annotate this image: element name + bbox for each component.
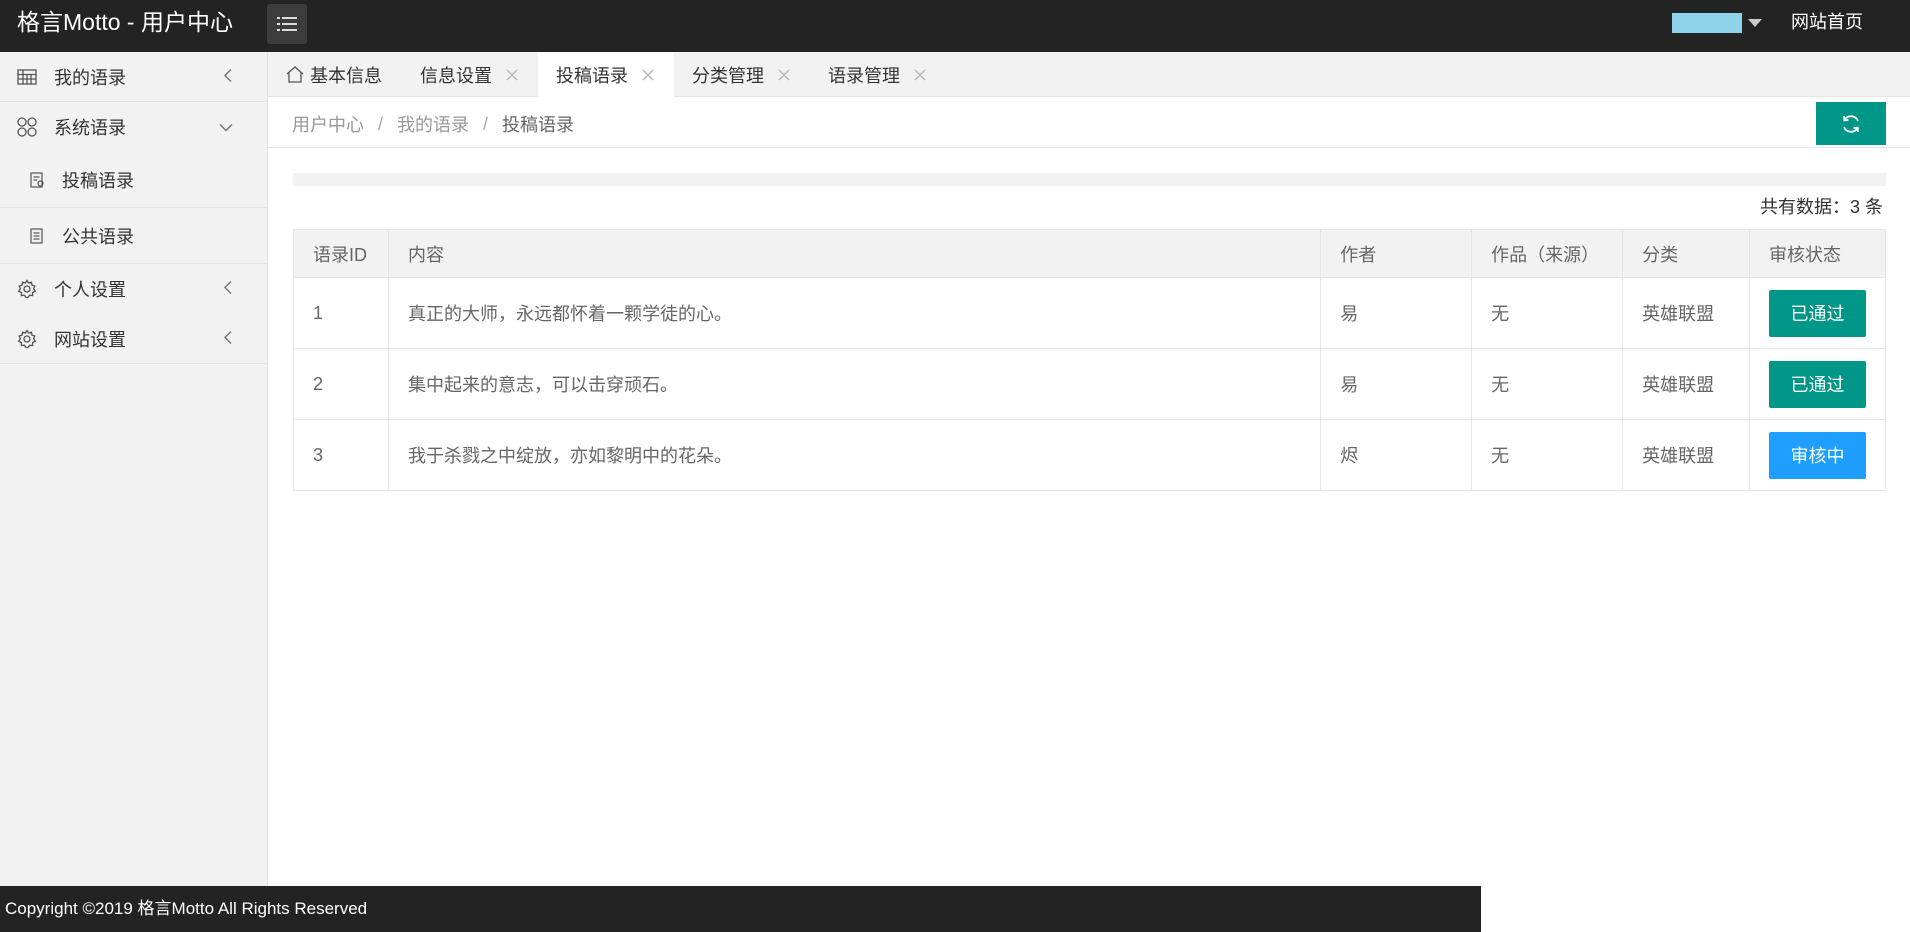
cell-category: 英雄联盟 [1622, 277, 1750, 349]
cell-id: 3 [293, 419, 389, 491]
sidebar-item-my-quotes[interactable]: 我的语录 [0, 52, 267, 102]
total-count: 共有数据：3 条 [1759, 197, 1883, 217]
search-toolbar [293, 173, 1886, 186]
column-header[interactable]: 分类 [1622, 229, 1750, 278]
tab-label: 语录管理 [828, 65, 900, 86]
sidebar-item-site-settings[interactable]: 网站设置 [0, 314, 267, 364]
sidebar-item-system-quotes[interactable]: 系统语录 [0, 102, 267, 152]
cell-status: 审核中 [1749, 419, 1886, 491]
site-logo[interactable]: 格言Motto - 用户中心 [17, 0, 233, 44]
table-row[interactable]: 3 我于杀戮之中绽放，亦如黎明中的花朵。 烬 无 英雄联盟 审核中 [293, 419, 1886, 491]
chevron-left-icon [223, 279, 233, 300]
cell-author: 烬 [1320, 419, 1473, 491]
list-icon [277, 17, 297, 31]
column-header[interactable]: 作者 [1320, 229, 1473, 278]
close-icon[interactable] [642, 69, 654, 81]
menu-toggle-button[interactable] [267, 4, 307, 44]
tab-label: 基本信息 [310, 65, 382, 86]
refresh-icon [1843, 114, 1859, 133]
tab-label: 投稿语录 [556, 65, 628, 86]
doc-edit-icon [28, 171, 46, 189]
column-header[interactable]: 作品（来源） [1471, 229, 1624, 278]
sidebar-item-label: 个人设置 [54, 280, 126, 300]
tab-category-management[interactable]: 分类管理 [674, 52, 810, 97]
quotes-table: 语录ID 内容 作者 作品（来源） 分类 审核状态 1 真正的大师，永远都怀着一… [293, 229, 1886, 491]
tab-label: 分类管理 [692, 65, 764, 86]
cell-work: 无 [1471, 277, 1624, 349]
table-row[interactable]: 2 集中起来的意志，可以击穿顽石。 易 无 英雄联盟 已通过 [293, 348, 1886, 420]
refresh-button[interactable] [1816, 102, 1886, 145]
cell-author: 易 [1320, 277, 1473, 349]
close-icon[interactable] [506, 69, 518, 81]
breadcrumb: 用户中心 / 我的语录 / 投稿语录 [292, 111, 574, 137]
doc-icon [28, 227, 46, 245]
copyright-text: Copyright ©2019 格言Motto All Rights Reser… [5, 899, 368, 918]
table-header-row: 语录ID 内容 作者 作品（来源） 分类 审核状态 [293, 229, 1886, 278]
breadcrumb-current: 投稿语录 [502, 115, 575, 135]
breadcrumb-separator: / [483, 113, 489, 134]
gear-icon [16, 278, 38, 300]
table-row[interactable]: 1 真正的大师，永远都怀着一颗学徒的心。 易 无 英雄联盟 已通过 [293, 277, 1886, 349]
cell-id: 2 [293, 348, 389, 420]
sidebar-item-label: 投稿语录 [62, 170, 134, 191]
status-approved-button[interactable]: 已通过 [1769, 360, 1866, 408]
tab-quote-management[interactable]: 语录管理 [810, 52, 946, 97]
caret-down-icon [1748, 19, 1762, 27]
cell-category: 英雄联盟 [1622, 419, 1750, 491]
breadcrumb-bar: 用户中心 / 我的语录 / 投稿语录 [268, 97, 1910, 148]
close-icon[interactable] [778, 69, 790, 81]
breadcrumb-item[interactable]: 用户中心 [292, 111, 364, 137]
column-header[interactable]: 语录ID [293, 229, 389, 278]
sidebar-item-label: 我的语录 [54, 67, 126, 88]
cell-author: 易 [1320, 348, 1473, 420]
sidebar-item-personal-settings[interactable]: 个人设置 [0, 264, 267, 314]
tab-basic-info[interactable]: 基本信息 [268, 52, 402, 97]
gear-icon [16, 328, 38, 350]
sidebar-item-label: 公共语录 [62, 226, 134, 247]
sidebar: 我的语录 系统语录 投稿语录 公共语录 个人设置 网站设置 [0, 52, 268, 886]
user-name [1672, 13, 1742, 33]
cell-id: 1 [293, 277, 389, 349]
sidebar-item-label: 网站设置 [54, 329, 126, 350]
close-icon[interactable] [914, 69, 926, 81]
page-footer: Copyright ©2019 格言Motto All Rights Reser… [0, 886, 1481, 932]
breadcrumb-separator: / [378, 113, 384, 134]
table-icon [16, 66, 38, 88]
status-pending-button[interactable]: 审核中 [1769, 431, 1866, 479]
site-home-link[interactable]: 网站首页 [1791, 0, 1863, 44]
chevron-left-icon [223, 66, 233, 87]
sidebar-item-public-quotes[interactable]: 公共语录 [0, 208, 267, 264]
sidebar-item-label: 系统语录 [54, 118, 126, 138]
tab-info-settings[interactable]: 信息设置 [402, 52, 538, 97]
cell-content: 真正的大师，永远都怀着一颗学徒的心。 [387, 277, 1322, 349]
chevron-left-icon [223, 328, 233, 349]
cell-work: 无 [1471, 419, 1624, 491]
tab-submitted-quotes[interactable]: 投稿语录 [538, 52, 674, 97]
cell-status: 已通过 [1749, 348, 1886, 420]
user-menu[interactable] [1672, 12, 1762, 34]
breadcrumb-item[interactable]: 我的语录 [397, 111, 469, 137]
tab-label: 信息设置 [420, 65, 492, 86]
top-header: 格言Motto - 用户中心 网站首页 [0, 0, 1910, 52]
cell-category: 英雄联盟 [1622, 348, 1750, 420]
column-header[interactable]: 审核状态 [1749, 229, 1886, 278]
sidebar-item-submitted-quotes[interactable]: 投稿语录 [0, 152, 267, 208]
column-header[interactable]: 内容 [387, 229, 1322, 278]
cell-content: 集中起来的意志，可以击穿顽石。 [387, 348, 1322, 420]
home-icon [286, 66, 304, 83]
cell-content: 我于杀戮之中绽放，亦如黎明中的花朵。 [387, 419, 1322, 491]
chevron-down-icon [219, 117, 233, 138]
cell-status: 已通过 [1749, 277, 1886, 349]
cell-work: 无 [1471, 348, 1624, 420]
page-tabs: 基本信息 信息设置 投稿语录 分类管理 语录管理 [268, 52, 1910, 97]
apps-icon [16, 116, 38, 138]
status-approved-button[interactable]: 已通过 [1769, 289, 1866, 337]
